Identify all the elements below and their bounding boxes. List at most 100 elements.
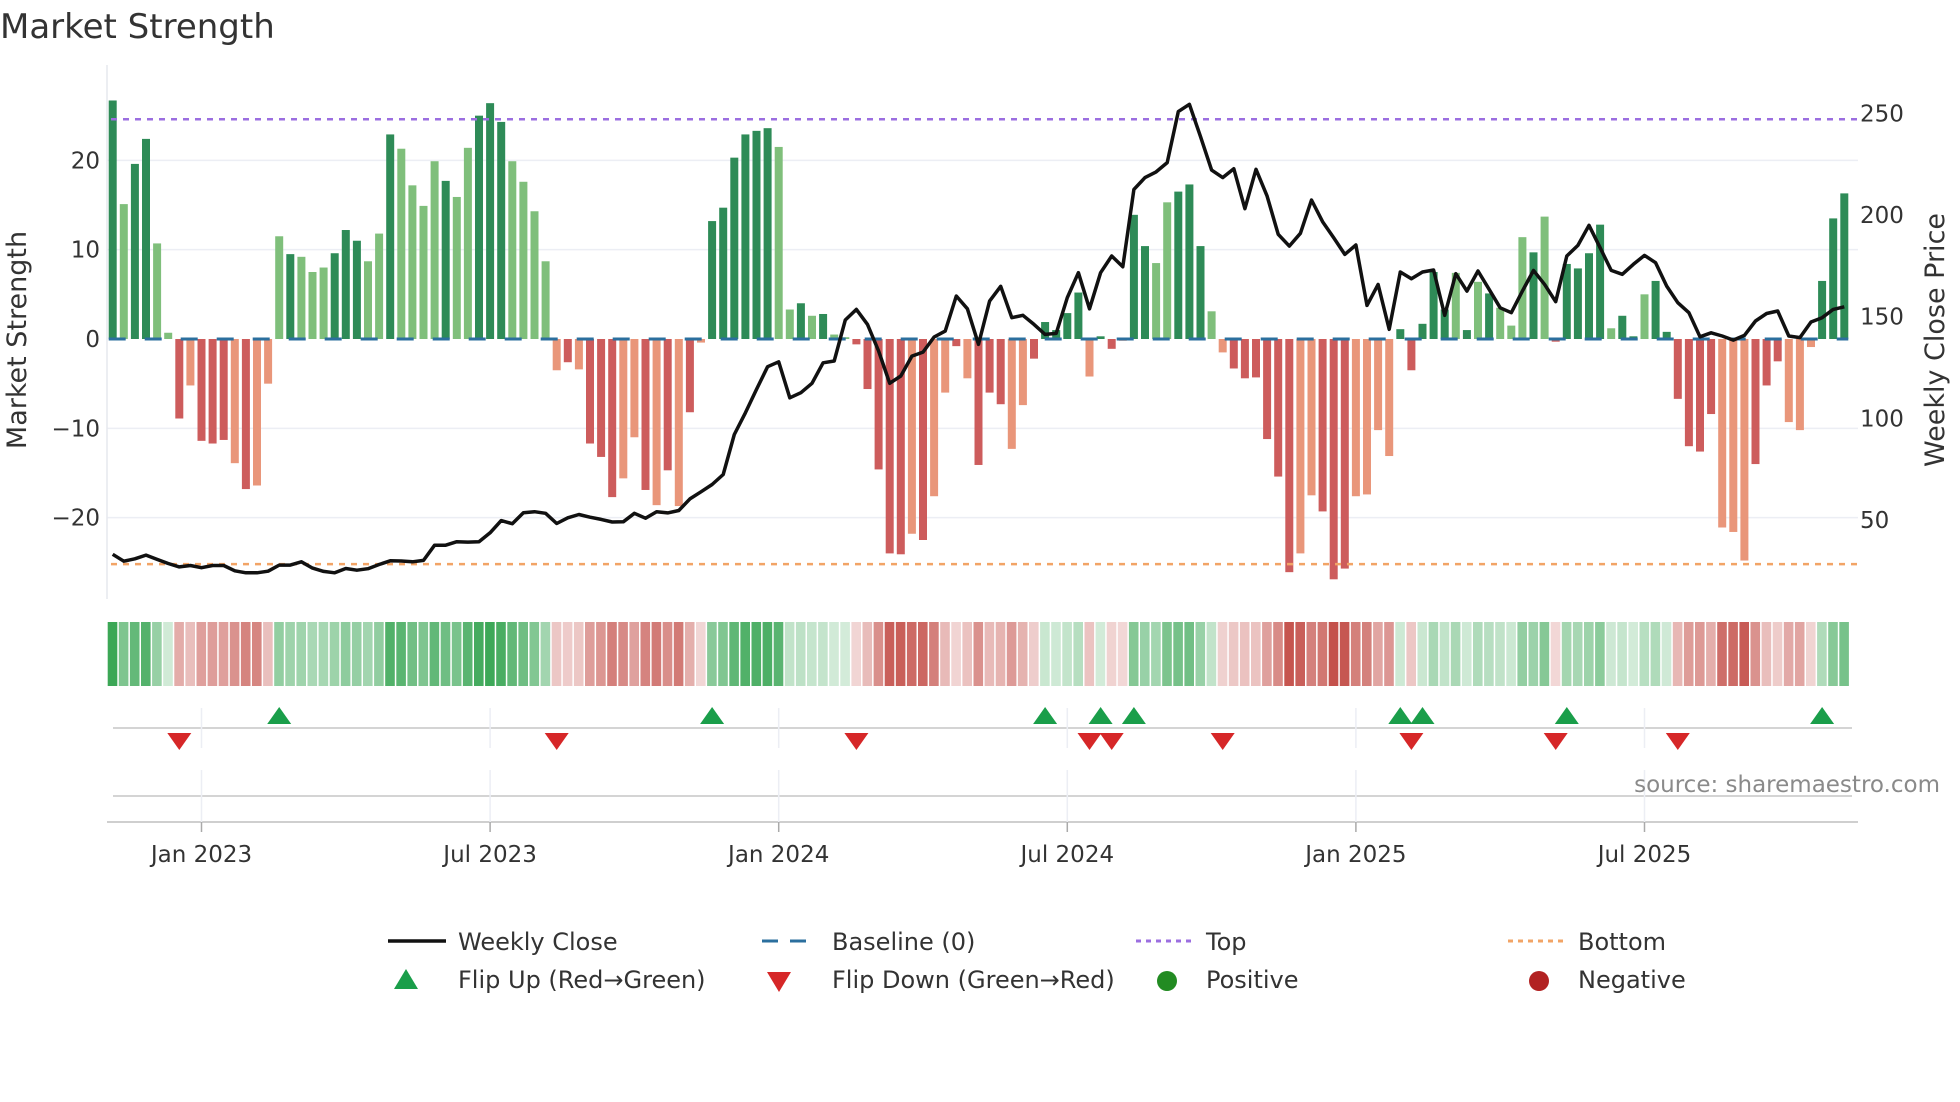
strength-heat-cell <box>773 622 784 686</box>
strength-bar <box>153 243 162 339</box>
flip-up-marker <box>1088 707 1113 724</box>
market-strength-chart: Market Strength Market Strength Weekly C… <box>0 7 1951 994</box>
strength-bar <box>1363 339 1371 495</box>
strength-bar <box>907 339 916 534</box>
strength-heat-cell <box>1639 622 1650 686</box>
legend-positive-icon <box>1157 971 1177 991</box>
strength-bar <box>985 339 994 393</box>
flip-up-marker <box>1810 707 1835 724</box>
strength-bar <box>785 309 794 339</box>
strength-bar <box>774 146 783 339</box>
strength-heat-cell <box>1217 622 1228 686</box>
strength-bar <box>1573 268 1582 339</box>
strength-heat-cell <box>1450 622 1461 686</box>
flip-up-marker <box>700 707 725 724</box>
strength-heat-cell <box>1306 622 1317 686</box>
strength-heat-cell <box>729 622 739 686</box>
strength-heat-cell <box>618 622 628 686</box>
flip-down-marker <box>1099 733 1124 750</box>
strength-heat-cell <box>351 622 362 686</box>
strength-bar <box>130 163 139 339</box>
strength-heat-cell <box>240 622 251 686</box>
strength-heat-cell <box>984 622 995 686</box>
strength-heat-cell <box>507 622 517 686</box>
strength-heat-cell <box>1661 622 1672 686</box>
source-credit: source: sharemaestro.com <box>1634 772 1940 798</box>
strength-heat-cell <box>518 622 528 686</box>
strength-heat-cell <box>1128 622 1139 686</box>
strength-heat-cell <box>1262 622 1272 686</box>
strength-heat-cell <box>696 622 706 686</box>
strength-bar <box>719 207 728 339</box>
strength-heat-cell <box>318 622 329 686</box>
strength-heat-cell <box>462 622 473 686</box>
y-tick-label: −20 <box>51 506 100 532</box>
strength-heat-cell <box>1473 622 1483 686</box>
strength-heat-cell <box>1772 622 1783 686</box>
strength-heat-cell <box>274 622 284 686</box>
strength-bar <box>1240 339 1249 379</box>
strength-bar <box>1107 339 1116 349</box>
strength-bar <box>996 339 1005 405</box>
strength-heat-cell <box>1783 622 1794 686</box>
strength-heat-cell <box>662 622 673 686</box>
strength-bar <box>452 196 461 339</box>
strength-bar <box>386 134 395 339</box>
strength-heat-cell <box>862 622 873 686</box>
y-tick-label: −10 <box>51 416 100 442</box>
strength-bar <box>1396 329 1405 339</box>
strength-bar <box>1229 339 1238 369</box>
strength-bar <box>175 339 184 419</box>
strength-heat-cell <box>1373 622 1383 686</box>
strength-bar <box>752 130 761 339</box>
strength-heat-cell <box>1750 622 1761 686</box>
strength-bar <box>208 339 217 444</box>
strength-heat-cell <box>1362 622 1372 686</box>
legend-baseline: Baseline (0) <box>832 928 975 956</box>
strength-bar <box>1329 339 1338 580</box>
strength-heat-cell <box>1717 622 1727 686</box>
strength-heat-cell <box>762 622 773 686</box>
strength-bar <box>1740 339 1749 561</box>
legend-top: Top <box>1205 928 1247 956</box>
strength-bar <box>1795 339 1804 431</box>
strength-heat-cell <box>751 622 762 686</box>
strength-heat-cell <box>1228 622 1239 686</box>
strength-heat-cell <box>718 622 728 686</box>
strength-heat-cell <box>1173 622 1183 686</box>
strength-heat-cell <box>573 622 584 686</box>
strength-heat-cell <box>396 622 406 686</box>
strength-heat-cell <box>407 622 417 686</box>
strength-bar <box>219 339 228 440</box>
strength-heat-cell <box>1595 622 1605 686</box>
strength-heat-cell <box>185 622 195 686</box>
strength-bar <box>808 315 816 339</box>
strength-bar <box>286 254 295 339</box>
y-axis-title: Market Strength <box>2 231 33 449</box>
y2-tick-label: 150 <box>1860 305 1904 331</box>
strength-heat-cell <box>296 622 306 686</box>
strength-heat-cell <box>307 622 318 686</box>
strength-heat-cell <box>1728 622 1738 686</box>
strength-heat-cell <box>884 622 895 686</box>
strength-bar <box>475 115 483 340</box>
strength-heat-cell <box>951 622 961 686</box>
y2-axis-title: Weekly Close Price <box>1920 213 1951 467</box>
strength-heat-cell <box>740 622 750 686</box>
strength-bar <box>419 205 428 339</box>
strength-bar <box>641 339 650 490</box>
strength-bar <box>763 128 772 339</box>
strength-heat-cell <box>1062 622 1072 686</box>
strength-bar <box>119 204 128 339</box>
strength-heat-cell <box>1528 622 1539 686</box>
reference-lines <box>108 117 1858 566</box>
strength-bar <box>563 339 572 363</box>
strength-heat-cell <box>1328 622 1339 686</box>
strength-bar <box>1818 280 1827 339</box>
strength-heat-cell <box>1550 622 1561 686</box>
strength-heat-strip <box>107 622 1849 686</box>
strength-heat-cell <box>1006 622 1017 686</box>
strength-bar <box>230 339 239 464</box>
strength-bar <box>1618 315 1627 339</box>
strength-bar <box>352 240 361 339</box>
